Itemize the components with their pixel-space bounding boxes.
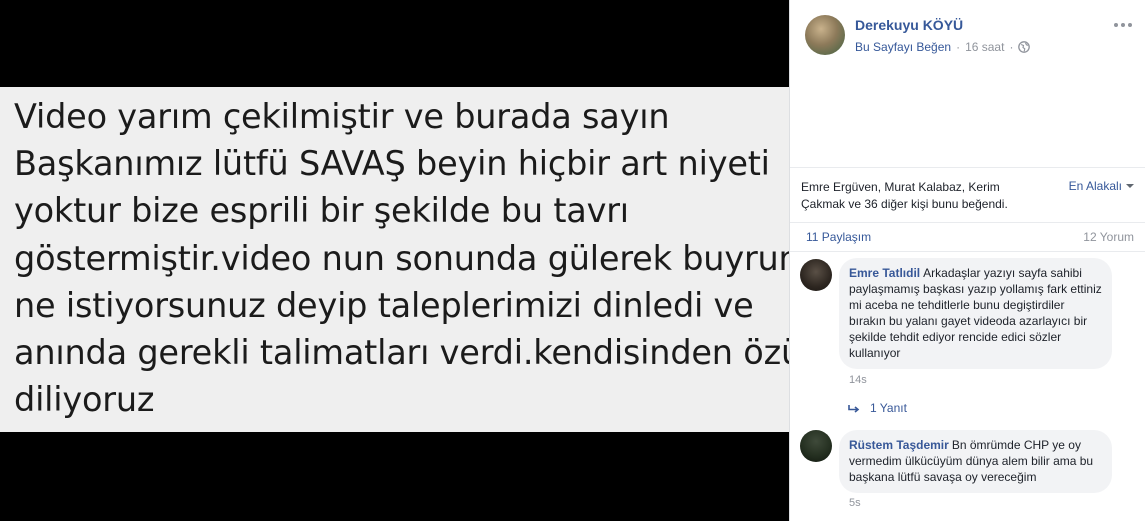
comment-bubble: Emre Tatlıdil Arkadaşlar yazıyı sayfa sah… xyxy=(839,258,1112,369)
post-time[interactable]: 16 saat xyxy=(965,40,1004,54)
avatar[interactable] xyxy=(800,430,832,462)
reply-arrow-icon xyxy=(848,403,860,413)
comment-sort-label: En Alakalı xyxy=(1068,179,1122,193)
media-text-image: Video yarım çekilmiştir ve burada sayın … xyxy=(0,87,789,432)
view-replies-label: 1 Yanıt xyxy=(870,401,907,415)
more-options-icon[interactable] xyxy=(1113,18,1133,32)
avatar[interactable] xyxy=(800,259,832,291)
post-media[interactable]: Video yarım çekilmiştir ve burada sayın … xyxy=(0,0,789,521)
comment-author-link[interactable]: Rüstem Taşdemir xyxy=(849,438,949,452)
globe-icon xyxy=(1018,41,1031,53)
comment-time[interactable]: 14s xyxy=(849,374,867,386)
meta-separator-2: · xyxy=(1009,40,1014,54)
like-page-link[interactable]: Bu Sayfayı Beğen xyxy=(855,40,951,54)
page-name-link[interactable]: Derekuyu KÖYÜ xyxy=(855,17,963,33)
post-counts-bar: 11 Paylaşım 12 Yorum xyxy=(790,222,1145,252)
comment-text: Arkadaşlar yazıyı sayfa sahibi paylaşmam… xyxy=(849,266,1102,360)
reactions-summary[interactable]: Emre Ergüven, Murat Kalabaz, Kerim Çakma… xyxy=(801,179,1041,213)
post-meta: Bu Sayfayı Beğen · 16 saat · xyxy=(855,40,1031,54)
meta-separator: · xyxy=(956,40,961,54)
chevron-down-icon xyxy=(1126,184,1134,188)
comment-time[interactable]: 5s xyxy=(849,497,861,509)
comment-bubble: Rüstem Taşdemir Bn ömrümde CHP ye oy verm… xyxy=(839,430,1112,493)
page-avatar[interactable] xyxy=(805,15,845,55)
media-text: Video yarım çekilmiştir ve burada sayın … xyxy=(14,97,789,420)
comment-sort-dropdown[interactable]: En Alakalı xyxy=(1069,179,1134,193)
view-replies-link[interactable]: 1 Yanıt xyxy=(848,401,907,415)
comments-count[interactable]: 12 Yorum xyxy=(1083,230,1134,244)
shares-link[interactable]: 11 Paylaşım xyxy=(806,230,871,244)
reactions-bar: Emre Ergüven, Murat Kalabaz, Kerim Çakma… xyxy=(790,167,1145,217)
comment-author-link[interactable]: Emre Tatlıdil xyxy=(849,266,920,280)
